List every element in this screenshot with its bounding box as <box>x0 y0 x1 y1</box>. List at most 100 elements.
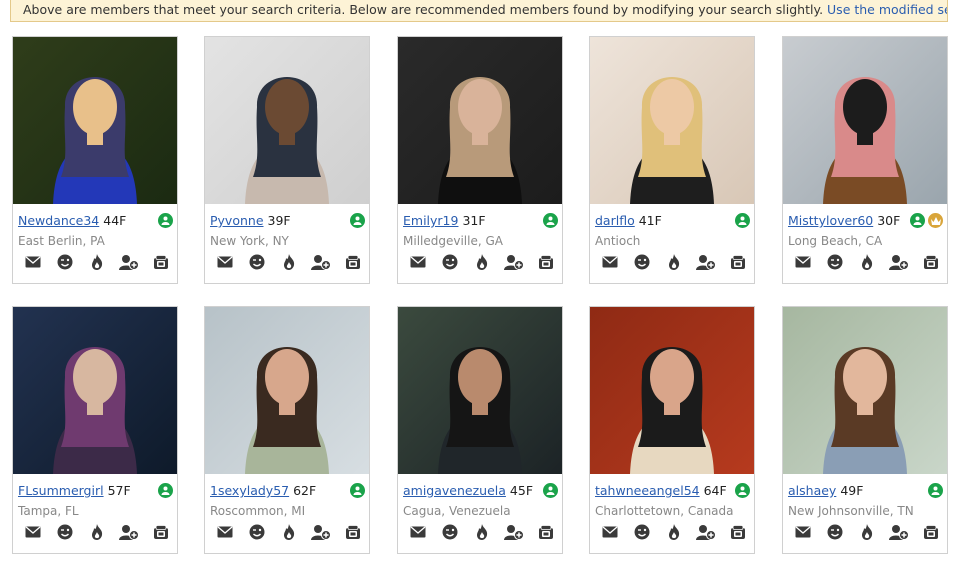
member-card[interactable]: darlflo 41F Antioch <box>589 36 755 284</box>
envelope-button[interactable] <box>23 253 43 271</box>
member-card[interactable]: 1sexylady57 62F Roscommon, MI <box>204 306 370 554</box>
member-photo[interactable] <box>783 37 947 204</box>
member-photo[interactable] <box>13 37 177 204</box>
wink-button[interactable] <box>247 523 267 541</box>
gift-button[interactable] <box>728 253 748 271</box>
member-username-link[interactable]: amigavenezuela <box>403 483 506 498</box>
member-username-link[interactable]: FLsummergirl <box>18 483 104 498</box>
member-badges <box>158 213 173 228</box>
add-favorite-button[interactable] <box>889 523 909 541</box>
member-card[interactable]: Misttylover60 30F Long Beach, CA <box>782 36 948 284</box>
wink-button[interactable] <box>825 523 845 541</box>
member-photo[interactable] <box>398 307 562 474</box>
member-card[interactable]: amigavenezuela 45F Cagua, Venezuela <box>397 306 563 554</box>
add-favorite-button[interactable] <box>696 523 716 541</box>
flame-button[interactable] <box>472 523 492 541</box>
wink-button[interactable] <box>632 253 652 271</box>
member-username-link[interactable]: tahwneeangel54 <box>595 483 700 498</box>
flame-button[interactable] <box>279 253 299 271</box>
member-username-link[interactable]: darlflo <box>595 213 635 228</box>
wink-button[interactable] <box>440 523 460 541</box>
flame-button[interactable] <box>664 253 684 271</box>
member-photo[interactable] <box>205 37 369 204</box>
member-location: New York, NY <box>210 234 289 248</box>
wink-icon <box>827 254 843 270</box>
member-photo[interactable] <box>205 307 369 474</box>
flame-button[interactable] <box>279 523 299 541</box>
envelope-button[interactable] <box>408 523 428 541</box>
wink-button[interactable] <box>55 253 75 271</box>
member-username-link[interactable]: alshaey <box>788 483 836 498</box>
online-status-icon <box>735 483 750 498</box>
member-photo[interactable] <box>590 307 754 474</box>
online-status-icon <box>543 213 558 228</box>
envelope-button[interactable] <box>793 253 813 271</box>
envelope-button[interactable] <box>408 253 428 271</box>
member-photo-art <box>590 307 754 474</box>
gift-button[interactable] <box>921 253 941 271</box>
envelope-button[interactable] <box>793 523 813 541</box>
premium-crown-icon <box>928 213 943 228</box>
flame-icon <box>90 524 104 540</box>
member-photo[interactable] <box>590 37 754 204</box>
envelope-button[interactable] <box>600 253 620 271</box>
envelope-button[interactable] <box>23 523 43 541</box>
wink-button[interactable] <box>247 253 267 271</box>
wink-button[interactable] <box>55 523 75 541</box>
envelope-icon <box>410 256 426 268</box>
member-username-link[interactable]: Emilyr19 <box>403 213 458 228</box>
flame-button[interactable] <box>664 523 684 541</box>
member-photo[interactable] <box>783 307 947 474</box>
wink-button[interactable] <box>632 523 652 541</box>
flame-icon <box>475 524 489 540</box>
flame-button[interactable] <box>857 523 877 541</box>
online-status-icon <box>350 483 365 498</box>
add-favorite-icon <box>119 254 139 270</box>
member-username-link[interactable]: Misttylover60 <box>788 213 873 228</box>
wink-button[interactable] <box>825 253 845 271</box>
add-favorite-button[interactable] <box>119 523 139 541</box>
member-card[interactable]: tahwneeangel54 64F Charlottetown, Canada <box>589 306 755 554</box>
member-username-link[interactable]: Pyvonne <box>210 213 264 228</box>
add-favorite-button[interactable] <box>504 523 524 541</box>
gift-button[interactable] <box>151 253 171 271</box>
modified-search-link[interactable]: Use the modified search criteria <box>827 2 947 17</box>
add-favorite-button[interactable] <box>889 253 909 271</box>
flame-button[interactable] <box>857 253 877 271</box>
add-favorite-button[interactable] <box>504 253 524 271</box>
member-card[interactable]: FLsummergirl 57F Tampa, FL <box>12 306 178 554</box>
member-username-link[interactable]: 1sexylady57 <box>210 483 289 498</box>
add-favorite-button[interactable] <box>311 523 331 541</box>
add-favorite-icon <box>311 254 331 270</box>
flame-button[interactable] <box>87 253 107 271</box>
member-name-row: Newdance34 44F <box>18 212 173 230</box>
envelope-button[interactable] <box>215 523 235 541</box>
member-card[interactable]: Emilyr19 31F Milledgeville, GA <box>397 36 563 284</box>
gift-button[interactable] <box>921 523 941 541</box>
gift-button[interactable] <box>728 523 748 541</box>
flame-button[interactable] <box>472 253 492 271</box>
member-photo[interactable] <box>13 307 177 474</box>
gift-button[interactable] <box>343 523 363 541</box>
gift-button[interactable] <box>536 523 556 541</box>
add-favorite-button[interactable] <box>696 253 716 271</box>
member-card[interactable]: alshaey 49F New Johnsonville, TN <box>782 306 948 554</box>
flame-button[interactable] <box>87 523 107 541</box>
envelope-button[interactable] <box>600 523 620 541</box>
member-card[interactable]: Newdance34 44F East Berlin, PA <box>12 36 178 284</box>
envelope-button[interactable] <box>215 253 235 271</box>
member-photo[interactable] <box>398 37 562 204</box>
member-actions <box>793 523 941 541</box>
gift-button[interactable] <box>536 253 556 271</box>
member-age: 39F <box>267 213 291 228</box>
add-favorite-button[interactable] <box>311 253 331 271</box>
add-favorite-button[interactable] <box>119 253 139 271</box>
member-location: Roscommon, MI <box>210 504 306 518</box>
member-age: 45F <box>509 483 534 498</box>
member-username-link[interactable]: Newdance34 <box>18 213 99 228</box>
gift-button[interactable] <box>151 523 171 541</box>
wink-button[interactable] <box>440 253 460 271</box>
member-name-row: Misttylover60 30F <box>788 212 943 230</box>
gift-button[interactable] <box>343 253 363 271</box>
member-card[interactable]: Pyvonne 39F New York, NY <box>204 36 370 284</box>
